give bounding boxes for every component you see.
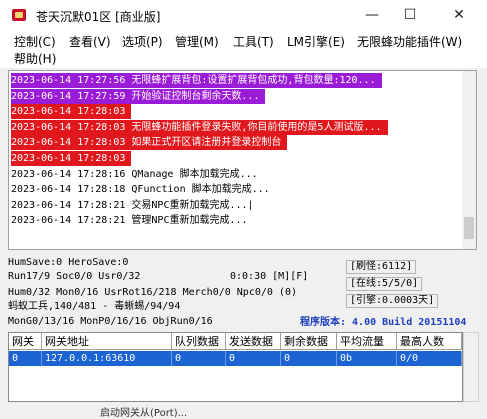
refresh-monster-counter: [刷怪:6112] [346, 260, 417, 274]
gateway-table[interactable]: 网关 网关地址 队列数据 发送数据 剩余数据 平均流量 最高人数 0 127.0… [8, 332, 463, 402]
log-line: 2023-06-14 17:28:21 管理NPC重新加载完成... [11, 215, 248, 227]
col-gateway-address[interactable]: 网关地址 [42, 333, 172, 350]
title-bar: 苍天沉默01区 [商业版] — ☐ ✕ [0, 0, 487, 31]
log-line: 2023-06-14 17:28:03 无限蜂功能插件登录失败,你目前使用的是5… [11, 119, 388, 135]
menu-bar: 控制(C) 查看(V) 选项(P) 管理(M) 工具(T) LM引擎(E) 无限… [0, 31, 487, 68]
log-line: 2023-06-14 17:28:03 [11, 151, 132, 166]
log-scrollbar[interactable] [462, 71, 476, 249]
menu-plugins[interactable]: 无限蜂功能插件(W) [357, 34, 462, 50]
cell-traffic: 0b [337, 351, 397, 366]
status-monster: 蚂蚁工兵,140/481 - 毒蜥蜴/94/94 [8, 301, 181, 312]
log-line: 2023-06-14 17:28:03 [11, 104, 132, 120]
window-title: 苍天沉默01区 [商业版] [36, 10, 161, 24]
bottom-strip: 启动网关从(Port)... [0, 404, 487, 419]
menu-options[interactable]: 选项(P) [122, 34, 163, 50]
log-line: 2023-06-14 17:28:18 QFunction 脚本加载完成... [11, 184, 270, 196]
close-button[interactable]: ✕ [436, 0, 482, 31]
cell-sent: 0 [226, 351, 281, 366]
log-line: 2023-06-14 17:27:59 开始验证控制台剩余天数... [11, 88, 266, 104]
menu-view[interactable]: 查看(V) [69, 34, 111, 50]
col-queue-data[interactable]: 队列数据 [172, 333, 226, 350]
cell-queue: 0 [172, 351, 226, 366]
maximize-button[interactable]: ☐ [387, 0, 433, 31]
status-counts: Hum0/32 Mon0/16 UsrRot16/218 Merch0/0 Np… [8, 287, 297, 298]
col-sent-data[interactable]: 发送数据 [226, 333, 281, 350]
program-version: 程序版本: 4.00 Build 20151104 [300, 317, 467, 328]
log-line: 2023-06-14 17:28:16 QManage 脚本加载完成... [11, 168, 258, 180]
log-line: 2023-06-14 17:28:21 交易NPC重新加载完成...| [11, 199, 254, 211]
menu-control[interactable]: 控制(C) [14, 34, 56, 50]
log-line: 2023-06-14 17:27:56 无限蜂扩展背包:设置扩展背包成功,背包数… [11, 73, 382, 88]
log-line: 2023-06-14 17:28:03 如果正式开区请注册并登录控制台 [11, 135, 288, 151]
app-icon [12, 9, 26, 21]
status-save: HumSave:0 HeroSave:0 [8, 257, 129, 268]
cell-max-users: 0/0 [397, 351, 462, 366]
menu-tools[interactable]: 工具(T) [233, 34, 274, 50]
status-mon-objects: MonG0/13/16 MonP0/16/16 ObjRun0/16 [8, 316, 213, 327]
col-gateway[interactable]: 网关 [9, 333, 42, 350]
status-run: Run17/9 Soc0/0 Usr0/32 [8, 271, 141, 282]
engine-days: [引擎:0.0003天] [346, 294, 439, 308]
col-avg-traffic[interactable]: 平均流量 [337, 333, 397, 350]
menu-help[interactable]: 帮助(H) [14, 51, 56, 67]
cell-gateway: 0 [9, 351, 42, 366]
status-timer: 0:0:30 [M][F] [230, 271, 309, 282]
log-scroll-thumb[interactable] [464, 217, 474, 239]
online-counter: [在线:5/5/0] [346, 277, 423, 291]
table-scrollbar[interactable] [463, 332, 479, 402]
cell-address: 127.0.0.1:63610 [42, 351, 172, 366]
menu-manage[interactable]: 管理(M) [175, 34, 219, 50]
col-max-users[interactable]: 最高人数 [397, 333, 462, 350]
col-remaining-data[interactable]: 剩余数据 [281, 333, 337, 350]
menu-lm-engine[interactable]: LM引擎(E) [287, 34, 345, 50]
log-panel[interactable]: 2023-06-14 17:27:56 无限蜂扩展背包:设置扩展背包成功,背包数… [8, 70, 477, 250]
cell-remaining: 0 [281, 351, 337, 366]
